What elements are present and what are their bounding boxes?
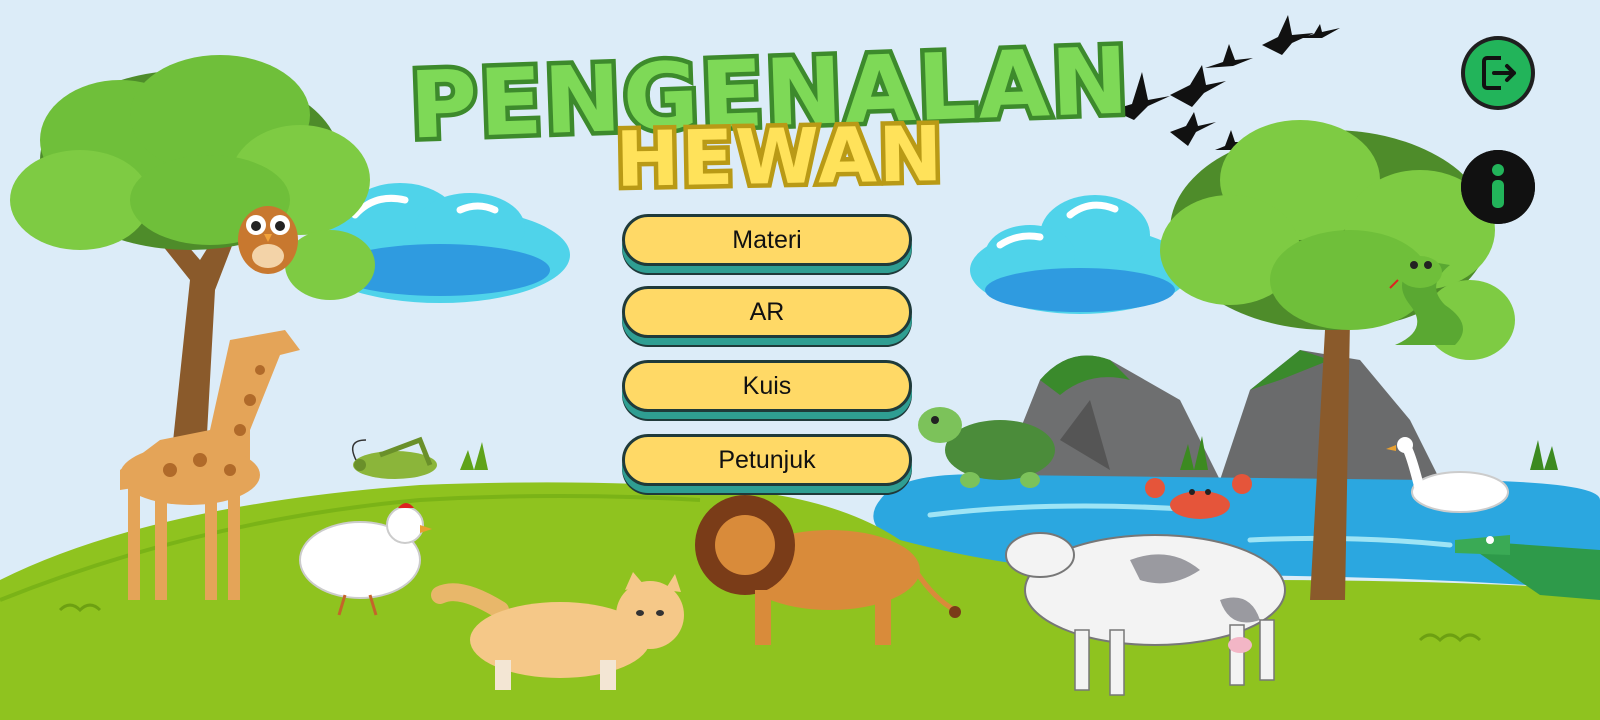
owl-icon	[238, 206, 298, 274]
kuis-button[interactable]: Kuis	[622, 360, 912, 412]
exit-button[interactable]	[1461, 36, 1535, 110]
petunjuk-button[interactable]: Petunjuk	[622, 434, 912, 486]
exit-icon	[1465, 40, 1531, 106]
main-menu-screen: PENGENALAN HEWAN Materi AR Kuis Petunjuk	[0, 0, 1600, 720]
materi-button[interactable]: Materi	[622, 214, 912, 266]
ar-button[interactable]: AR	[622, 286, 912, 338]
info-icon	[1461, 150, 1535, 224]
info-button[interactable]	[1461, 150, 1535, 224]
main-menu: Materi AR Kuis Petunjuk	[622, 214, 916, 508]
